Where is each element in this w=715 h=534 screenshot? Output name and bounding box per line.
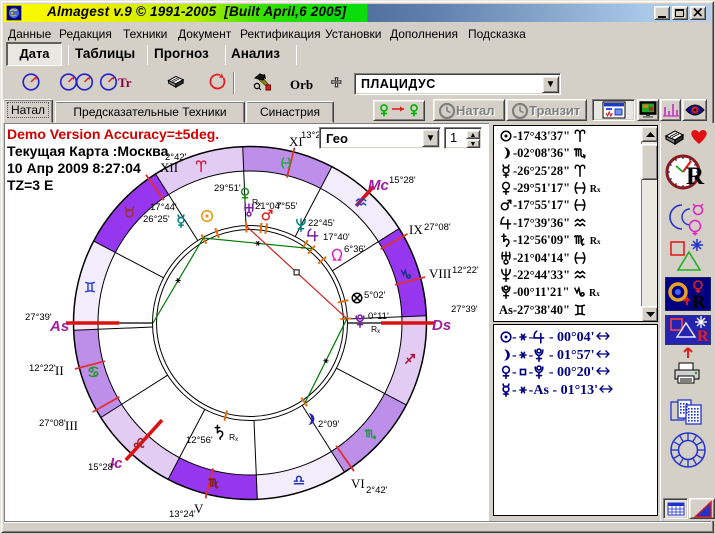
svg-text:6°36': 6°36': [344, 244, 366, 255]
svg-text:12°56': 12°56': [186, 435, 213, 446]
svg-text:VIII: VIII: [429, 266, 451, 281]
svg-text:17°44': 17°44': [150, 202, 177, 213]
svg-text:IX: IX: [409, 222, 423, 237]
svg-text:5°02': 5°02': [364, 290, 386, 301]
svg-text:As: As: [49, 318, 69, 335]
svg-text:Tr: Tr: [118, 75, 132, 90]
svg-text:2°42': 2°42': [366, 485, 388, 496]
svg-text:13°24': 13°24': [169, 509, 196, 520]
svg-text:27°39': 27°39': [451, 304, 478, 315]
svg-text:27°08': 27°08': [39, 418, 66, 429]
svg-text:17°40': 17°40': [323, 232, 350, 243]
svg-text:Rx: Rx: [252, 197, 261, 208]
svg-text:22°45': 22°45': [308, 218, 335, 229]
svg-text:Ds: Ds: [432, 317, 451, 334]
svg-text:R: R: [697, 328, 709, 345]
svg-text:II: II: [55, 363, 64, 378]
svg-text:27°08': 27°08': [424, 222, 451, 233]
svg-text:R: R: [692, 292, 706, 311]
svg-text:7°55': 7°55': [276, 201, 298, 212]
svg-text:12°22': 12°22': [29, 363, 56, 374]
svg-text:27°39': 27°39': [25, 312, 52, 323]
svg-text:Mc: Mc: [368, 177, 389, 194]
svg-text:15°28': 15°28': [389, 175, 416, 186]
svg-text:R: R: [686, 163, 705, 190]
svg-text:29°51': 29°51': [214, 183, 241, 194]
svg-text:Rx: Rx: [229, 432, 238, 443]
svg-text:2°09': 2°09': [318, 419, 340, 430]
svg-text:26°25': 26°25': [143, 214, 170, 225]
svg-text:0°11': 0°11': [368, 311, 389, 322]
svg-text:Rx: Rx: [371, 324, 380, 335]
svg-text:III: III: [65, 418, 78, 433]
svg-text:VI: VI: [351, 476, 365, 491]
svg-text:12°22': 12°22': [452, 265, 479, 276]
svg-text:15°28': 15°28': [88, 462, 115, 473]
